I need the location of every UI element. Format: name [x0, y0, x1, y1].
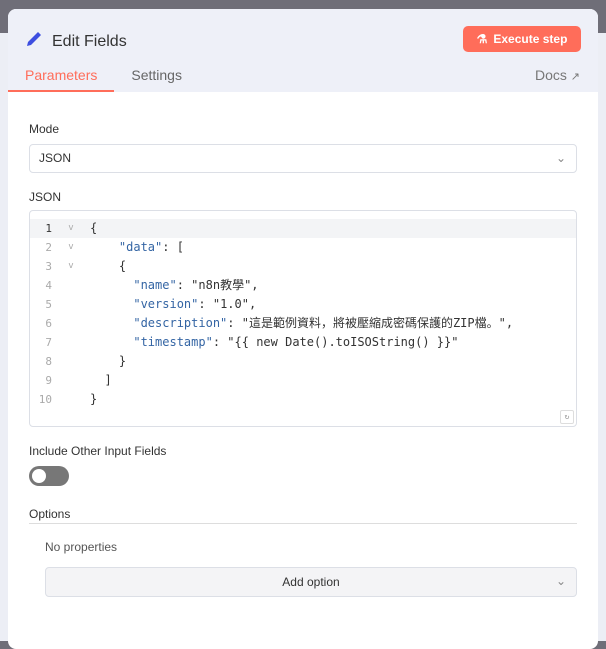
- chevron-down-icon: ⌄: [555, 151, 566, 165]
- mode-value: JSON: [39, 151, 72, 165]
- code-line: 10}: [30, 390, 576, 409]
- include-other-label: Include Other Input Fields: [29, 444, 167, 458]
- json-key: "name": [133, 278, 177, 292]
- execute-label: Execute step: [493, 32, 568, 46]
- fold-chevron-icon: [52, 333, 90, 352]
- fold-chevron-icon[interactable]: v: [52, 238, 90, 257]
- mode-select[interactable]: JSON ⌄: [29, 144, 577, 173]
- json-value: }: [118, 354, 127, 368]
- code-line: 4 "name": "n8n教學",: [30, 276, 576, 295]
- line-number: 7: [45, 336, 52, 349]
- execute-step-button[interactable]: ⚗ Execute step: [463, 26, 581, 52]
- json-value: {: [90, 221, 98, 235]
- line-number: 3: [45, 260, 52, 273]
- json-value: : "n8n教學",: [176, 278, 259, 292]
- json-value: {: [118, 259, 127, 273]
- code-line: 8 }: [30, 352, 576, 371]
- fold-chevron-icon: [52, 276, 90, 295]
- add-option-label: Add option: [282, 575, 340, 589]
- add-option-select[interactable]: Add option ⌄: [45, 567, 577, 597]
- code-line: 1 v{: [30, 219, 576, 238]
- code-line: 6 "description": "這是範例資料，將被壓縮成密碼保護的ZIP檔。…: [30, 314, 576, 333]
- tab-parameters[interactable]: Parameters: [8, 66, 115, 92]
- json-value: }: [90, 392, 98, 406]
- code-line: 2v "data": [: [30, 238, 576, 257]
- docs-link[interactable]: Docs ↗: [535, 67, 580, 83]
- line-number: 8: [45, 355, 52, 368]
- json-value: : "1.0",: [198, 297, 257, 311]
- code-line: 9 ]: [30, 371, 576, 390]
- include-other-toggle[interactable]: [29, 466, 69, 486]
- docs-label: Docs: [534, 67, 567, 83]
- resize-handle-icon[interactable]: ↻: [560, 410, 574, 424]
- line-number: 4: [45, 279, 52, 292]
- line-number: 1: [45, 222, 52, 235]
- fold-chevron-icon[interactable]: v: [52, 219, 90, 238]
- node-title: Edit Fields: [24, 29, 127, 54]
- line-number: 2: [45, 241, 52, 254]
- divider: [29, 523, 577, 524]
- mode-label: Mode: [29, 122, 60, 136]
- flask-icon: ⚗: [476, 32, 488, 46]
- pencil-icon: [24, 29, 44, 54]
- external-link-icon: ↗: [570, 71, 580, 83]
- code-line: 3v {: [30, 257, 576, 276]
- options-label: Options: [29, 507, 71, 521]
- title-text: Edit Fields: [52, 32, 127, 50]
- json-key: "description": [133, 316, 228, 330]
- json-label: JSON: [29, 190, 62, 204]
- fold-chevron-icon: [52, 314, 90, 333]
- code-line: 7 "timestamp": "{{ new Date().toISOStrin…: [30, 333, 576, 352]
- node-panel: Edit Fields ⚗ Execute step Parameters Set…: [8, 9, 598, 649]
- json-key: "version": [133, 297, 199, 311]
- json-value: ]: [104, 373, 112, 387]
- json-value: : "這是範例資料，將被壓縮成密碼保護的ZIP檔。",: [227, 316, 514, 330]
- no-properties-text: No properties: [45, 540, 118, 554]
- json-key: "timestamp": [133, 335, 213, 349]
- line-number: 9: [45, 374, 52, 387]
- code-line: 5 "version": "1.0",: [30, 295, 576, 314]
- line-number: 5: [45, 298, 52, 311]
- fold-chevron-icon: [52, 371, 90, 390]
- fold-chevron-icon: [52, 352, 90, 371]
- chevron-down-icon: ⌄: [555, 574, 566, 588]
- json-editor[interactable]: 1 v{2 v "data": [3 v {4 "name": "n8n教學", 5 "…: [29, 210, 577, 427]
- json-key: "data": [118, 240, 163, 254]
- tab-settings[interactable]: Settings: [114, 66, 199, 92]
- line-number: 10: [38, 393, 52, 406]
- fold-chevron-icon: [52, 295, 90, 314]
- panel-header: Edit Fields ⚗ Execute step Parameters Set…: [8, 9, 598, 92]
- line-number: 6: [45, 317, 52, 330]
- json-value: : [: [162, 240, 184, 254]
- toggle-knob: [32, 469, 46, 483]
- fold-chevron-icon[interactable]: v: [52, 257, 90, 276]
- fold-chevron-icon: [52, 390, 90, 409]
- json-value: : "{{ new Date().toISOString() }}": [212, 335, 459, 349]
